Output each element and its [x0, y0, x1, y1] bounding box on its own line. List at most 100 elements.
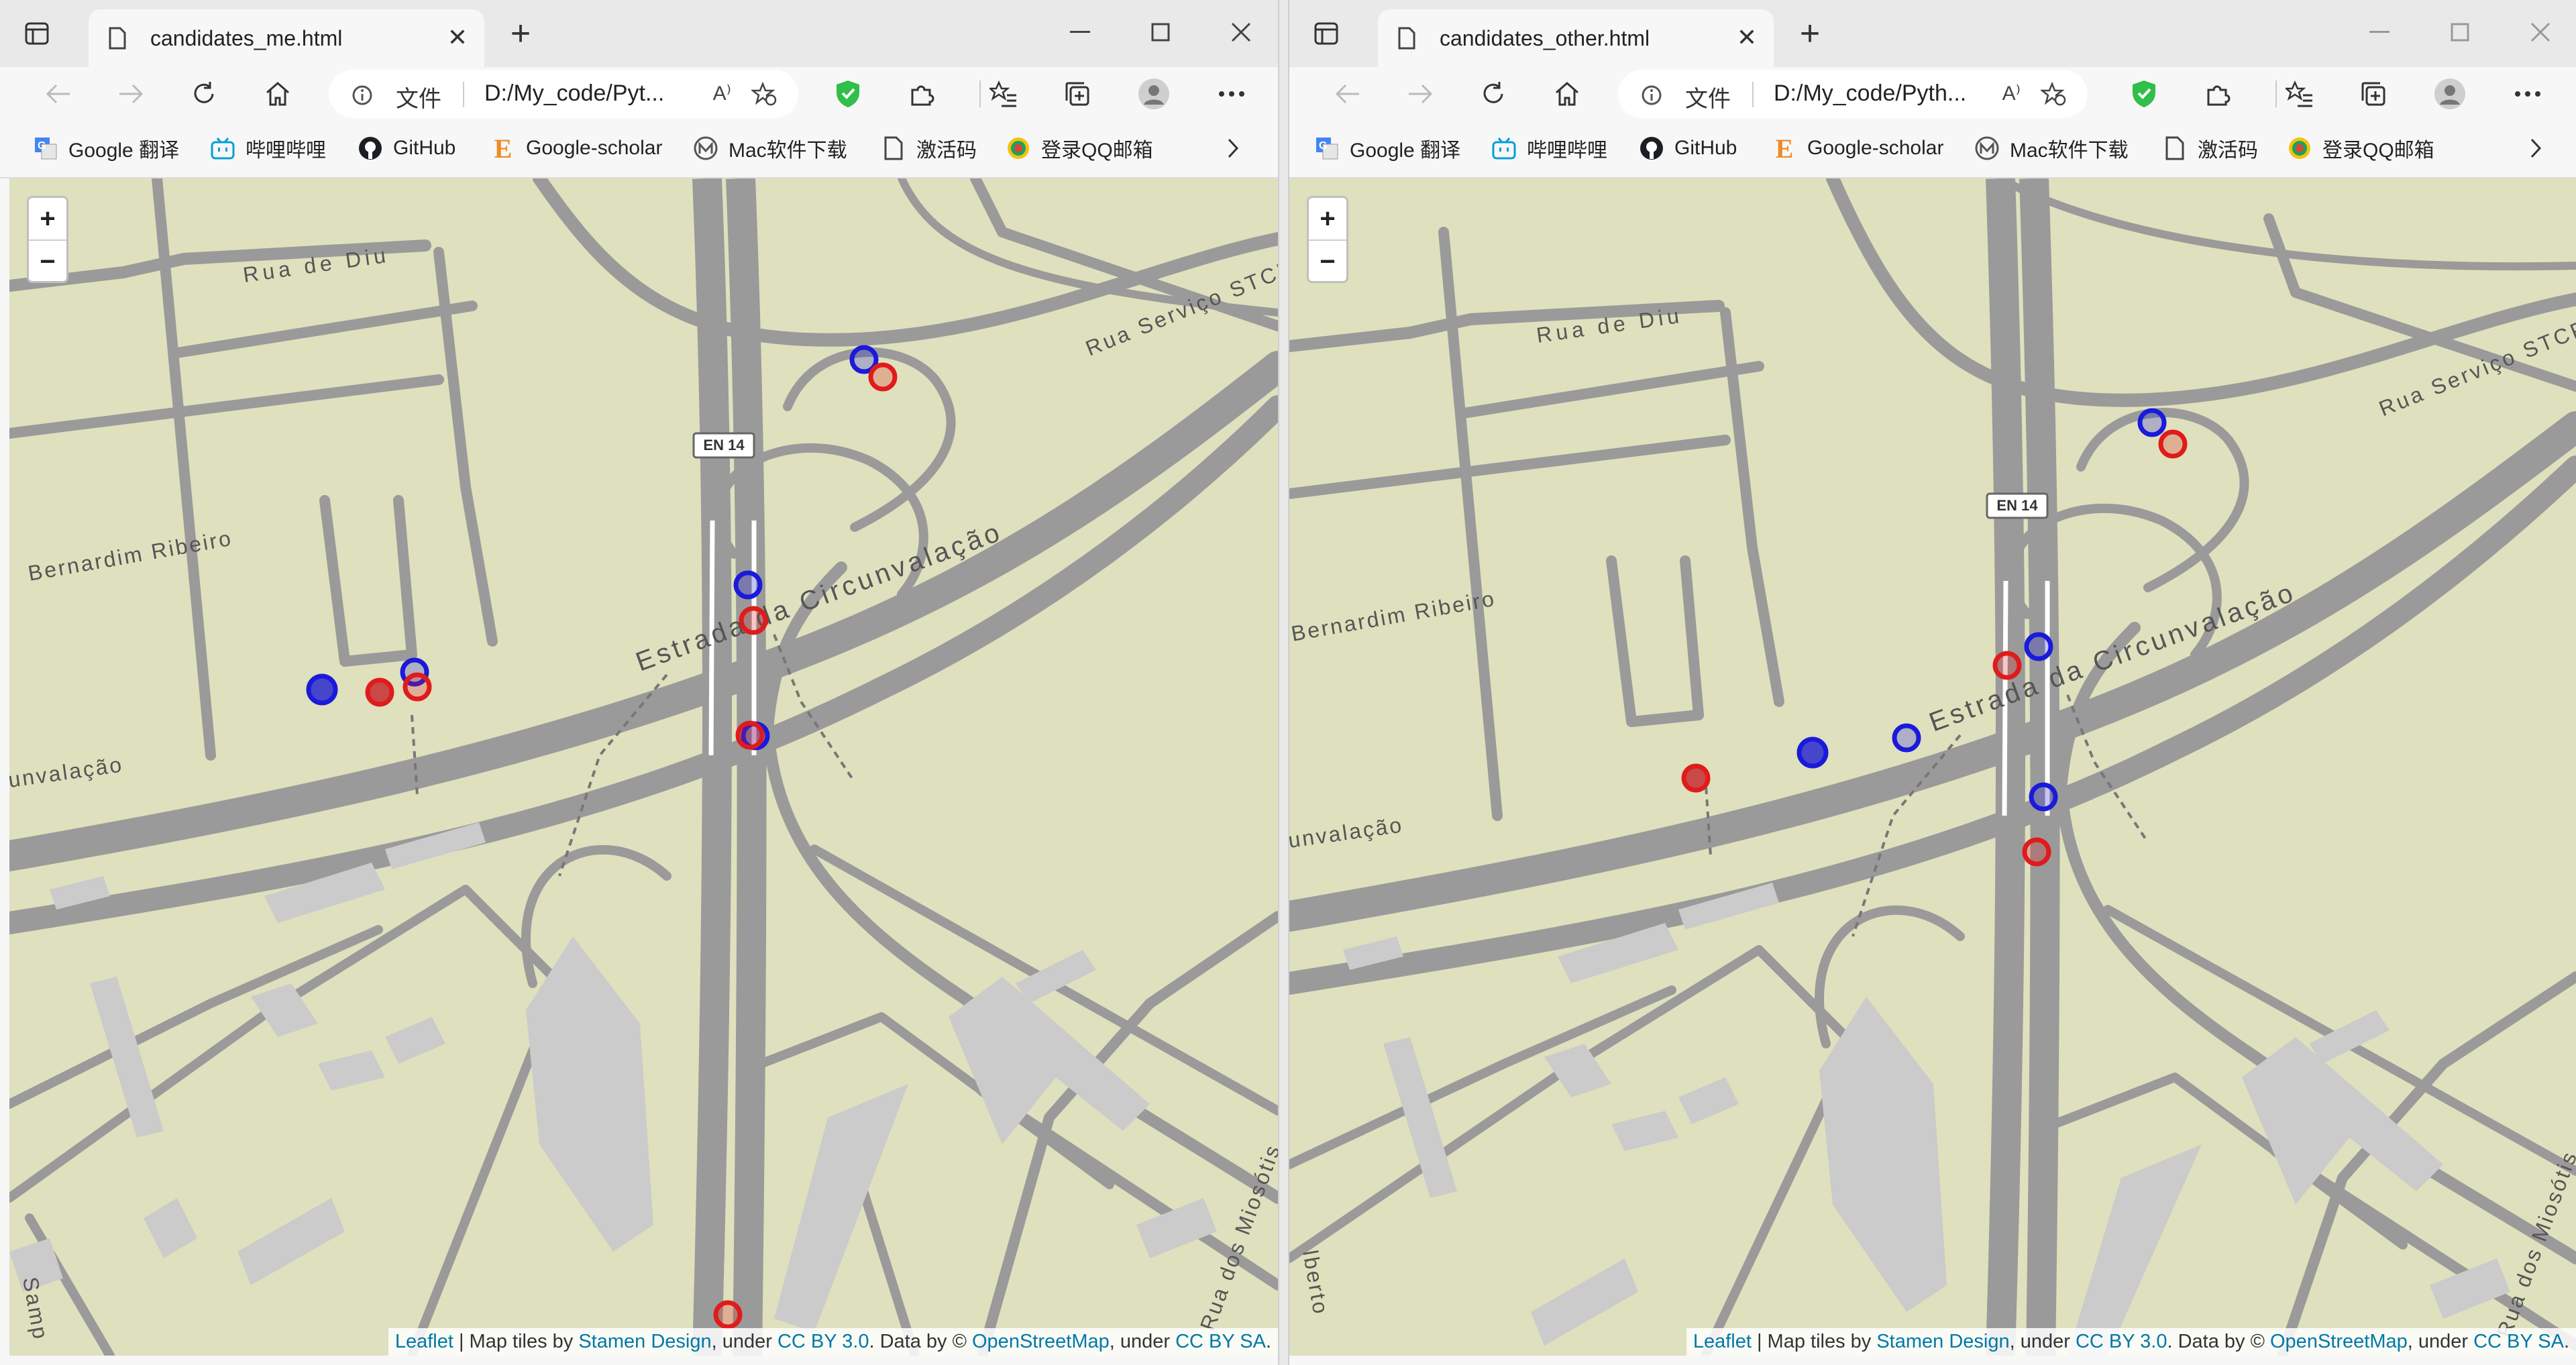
new-tab-button[interactable]: + [502, 14, 539, 53]
new-tab-button[interactable]: + [1791, 14, 1829, 53]
bookmark-google-scholar[interactable]: E Google-scholar [1771, 133, 1944, 164]
more-menu-icon[interactable] [1214, 76, 1249, 111]
tab-candidates-other[interactable]: candidates_other.html ✕ [1378, 9, 1774, 67]
zoom-out-button[interactable]: − [29, 241, 66, 282]
zoom-in-button[interactable]: + [1309, 198, 1346, 241]
close-tab-icon[interactable]: ✕ [443, 23, 472, 52]
url-text[interactable]: D:/My_code/Pyth... [1774, 80, 1966, 107]
candidate-marker-blue[interactable] [2024, 632, 2053, 661]
maximize-icon[interactable] [2440, 12, 2480, 52]
leaflet-link[interactable]: Leaflet [1693, 1331, 1752, 1352]
osm-link[interactable]: OpenStreetMap [2270, 1331, 2408, 1352]
candidate-marker-red[interactable] [402, 672, 432, 702]
profile-avatar-icon[interactable] [1136, 76, 1171, 111]
bookmark-activation-code[interactable]: 激活码 [880, 134, 977, 162]
candidate-marker-blue[interactable] [306, 673, 338, 706]
map-tiles[interactable]: EN 14 Rua de Diu Rua Serviço STCP Bernar… [9, 178, 1278, 1356]
candidate-marker-red[interactable] [713, 1300, 743, 1329]
cc-by-link[interactable]: CC BY 3.0 [2076, 1331, 2167, 1352]
qq-mail-icon [1005, 135, 1032, 162]
bookmark-bilibili[interactable]: 哔哩哔哩 [1491, 134, 1607, 162]
candidate-marker-red[interactable] [2158, 429, 2188, 459]
stamen-link[interactable]: Stamen Design [578, 1331, 711, 1352]
leaflet-map[interactable]: EN 14 Rua de Diu Rua Serviço STCP Bernar… [9, 178, 1278, 1356]
collections-icon[interactable] [2356, 76, 2391, 111]
candidate-marker-red[interactable] [739, 606, 768, 635]
back-icon[interactable] [40, 76, 75, 111]
candidate-marker-red[interactable] [735, 720, 765, 750]
back-icon[interactable] [1330, 76, 1364, 111]
bookmark-activation-code[interactable]: 激活码 [2161, 134, 2258, 162]
candidate-marker-red[interactable] [2022, 837, 2051, 867]
extensions-icon[interactable] [904, 76, 939, 111]
cc-by-sa-link[interactable]: CC BY SA [2473, 1331, 2564, 1352]
close-window-icon[interactable] [2520, 12, 2561, 52]
bookmark-google-translate[interactable]: G Google 翻译 [32, 134, 179, 162]
candidate-marker-blue[interactable] [1796, 736, 1829, 769]
osm-link[interactable]: OpenStreetMap [972, 1331, 1110, 1352]
candidate-marker-red[interactable] [1681, 763, 1711, 793]
bookmarks-overflow-chevron-icon[interactable] [1226, 134, 1240, 162]
close-window-icon[interactable] [1221, 12, 1261, 52]
more-menu-icon[interactable] [2510, 76, 2545, 111]
close-tab-icon[interactable]: ✕ [1732, 23, 1762, 52]
candidate-marker-red[interactable] [868, 362, 898, 392]
zoom-in-button[interactable]: + [29, 198, 66, 241]
candidate-marker-blue[interactable] [733, 570, 763, 600]
extensions-icon[interactable] [2200, 76, 2235, 111]
shield-extension-icon[interactable] [830, 76, 865, 111]
attribution-text: | Map tiles by [1751, 1331, 1877, 1352]
bookmark-github[interactable]: GitHub [357, 134, 455, 162]
candidate-marker-blue[interactable] [2029, 782, 2058, 812]
info-icon[interactable] [352, 85, 373, 109]
add-favorite-icon[interactable] [2039, 81, 2066, 109]
bookmark-qq-mail[interactable]: 登录QQ邮箱 [1005, 134, 1153, 162]
bookmark-github[interactable]: GitHub [1638, 134, 1737, 162]
maximize-icon[interactable] [1140, 12, 1181, 52]
minimize-icon[interactable] [1060, 12, 1100, 52]
address-bar[interactable]: 文件 D:/My_code/Pyt... A⁾ [329, 70, 798, 118]
url-text[interactable]: D:/My_code/Pyt... [484, 80, 664, 107]
home-icon[interactable] [260, 76, 295, 111]
cc-by-link[interactable]: CC BY 3.0 [777, 1331, 869, 1352]
tab-actions-icon[interactable] [1309, 17, 1343, 50]
stamen-link[interactable]: Stamen Design [1876, 1331, 2009, 1352]
tab-candidates-me[interactable]: candidates_me.html ✕ [89, 9, 484, 67]
refresh-icon[interactable] [1476, 76, 1511, 111]
forward-icon[interactable] [1403, 76, 1438, 111]
candidate-marker-red[interactable] [365, 677, 394, 707]
google-translate-icon: G [1313, 135, 1340, 162]
favorites-icon[interactable] [986, 76, 1021, 111]
address-bar[interactable]: 文件 D:/My_code/Pyth... A⁾ [1618, 70, 2088, 118]
cc-by-sa-link[interactable]: CC BY SA [1175, 1331, 1266, 1352]
map-tiles[interactable]: EN 14 Rua de Diu Rua Serviço STCP Bernar… [1289, 178, 2576, 1356]
leaflet-map[interactable]: EN 14 Rua de Diu Rua Serviço STCP Bernar… [1289, 178, 2576, 1356]
zoom-out-button[interactable]: − [1309, 241, 1346, 282]
leaflet-link[interactable]: Leaflet [395, 1331, 453, 1352]
refresh-icon[interactable] [186, 76, 221, 111]
home-icon[interactable] [1550, 76, 1585, 111]
bookmarks-overflow-chevron-icon[interactable] [2529, 134, 2542, 162]
candidate-marker-red[interactable] [1992, 651, 2022, 680]
mac-software-icon [692, 135, 719, 162]
shield-extension-icon[interactable] [2127, 76, 2161, 111]
bookmark-google-translate[interactable]: G Google 翻译 [1313, 134, 1460, 162]
collections-icon[interactable] [1060, 76, 1095, 111]
candidate-marker-blue[interactable] [2137, 408, 2167, 437]
bookmark-google-scholar[interactable]: E Google-scholar [490, 133, 663, 164]
profile-avatar-icon[interactable] [2432, 76, 2467, 111]
favorites-icon[interactable] [2282, 76, 2317, 111]
minimize-icon[interactable] [2359, 12, 2400, 52]
tab-title: candidates_me.html [150, 26, 343, 50]
bookmark-qq-mail[interactable]: 登录QQ邮箱 [2286, 134, 2434, 162]
add-favorite-icon[interactable] [750, 81, 777, 109]
forward-icon[interactable] [114, 76, 149, 111]
bookmark-mac-software[interactable]: Mac软件下载 [1974, 134, 2129, 162]
read-aloud-icon[interactable]: A⁾ [2002, 82, 2021, 105]
info-icon[interactable] [1641, 85, 1662, 109]
bookmark-bilibili[interactable]: 哔哩哔哩 [209, 134, 326, 162]
bookmark-mac-software[interactable]: Mac软件下载 [692, 134, 847, 162]
read-aloud-icon[interactable]: A⁾ [713, 82, 731, 105]
candidate-marker-blue[interactable] [1892, 723, 1921, 753]
tab-actions-icon[interactable] [20, 17, 54, 50]
